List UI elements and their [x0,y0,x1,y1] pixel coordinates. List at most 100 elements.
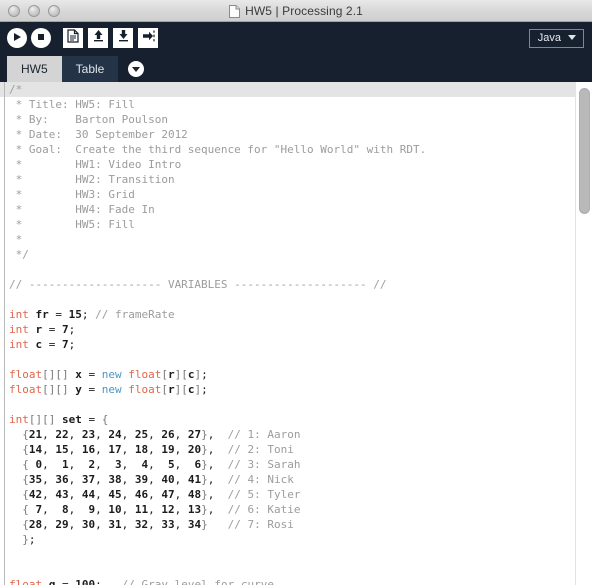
code-token: , [42,518,56,531]
code-token: 33 [161,518,175,531]
stop-icon [36,29,46,47]
mode-selector-wrap: Java [528,28,584,48]
code-token: = [81,413,102,426]
code-token: = [81,368,102,381]
code-token: , [68,443,82,456]
code-line: * HW3: Grid [0,187,575,202]
code-text-area[interactable]: /* * Title: HW5: Fill * By: Barton Pouls… [0,82,575,585]
code-token: [ [161,368,168,381]
document-icon [229,4,241,18]
code-line: float g = 100; // Gray level for curve [0,577,575,585]
close-button[interactable] [8,4,20,17]
code-token: 44 [81,488,96,501]
tab-menu-button[interactable] [128,61,145,77]
code-token: /* [9,83,23,96]
code-token: float [128,368,162,381]
code-token: 27 [187,428,202,441]
code-line: * HW1: Video Intro [0,157,575,172]
scrollbar-thumb[interactable] [579,88,590,214]
export-button[interactable] [138,28,158,48]
code-token: 5 [168,458,175,471]
open-up-arrow-icon [92,29,105,48]
stop-button[interactable] [31,28,51,48]
code-token: , [121,458,142,471]
toolbar: Java [0,22,592,54]
code-token: , [42,488,56,501]
code-token: 34 [187,518,202,531]
code-token: , [174,443,188,456]
code-line: * Date: 30 September 2012 [0,127,575,142]
code-token: , [68,503,89,516]
code-line: * Goal: Create the third sequence for "H… [0,142,575,157]
code-token: float [128,383,162,396]
tab-table[interactable]: Table [61,56,119,82]
code-token: // 1: Aaron [227,428,301,441]
open-button[interactable] [88,28,108,48]
code-token: ][ [174,368,188,381]
new-button[interactable] [63,28,83,48]
code-token: = [42,338,62,351]
code-editor[interactable]: /* * Title: HW5: Fill * By: Barton Pouls… [0,82,592,585]
code-token: , [174,473,188,486]
code-token: int [9,413,29,426]
code-token: , [95,503,109,516]
code-token: = [48,308,69,321]
code-token: , [207,473,228,486]
code-line: int r = 7; [0,322,575,337]
code-token: , [68,473,82,486]
code-token: ; [81,308,96,321]
save-button[interactable] [113,28,133,48]
code-token: , [148,488,162,501]
code-token: ; [68,338,76,351]
code-token: = [42,323,62,336]
code-token: 41 [187,473,202,486]
code-token: * HW4: Fade In [9,203,155,216]
code-line: // -------------------- VARIABLES ------… [0,277,575,292]
code-token: 28 [28,518,43,531]
code-token: 20 [187,443,202,456]
code-line: { 0, 1, 2, 3, 4, 5, 6}, // 3: Sarah [0,457,575,472]
code-token: , [68,488,82,501]
minimize-button[interactable] [28,4,40,17]
code-token: { [22,428,29,441]
code-token: new [101,383,122,396]
code-token: ; [68,323,76,336]
code-token: * Goal: Create the third sequence for "H… [9,143,427,156]
zoom-button[interactable] [48,4,60,17]
code-token: } [22,533,29,546]
tab-hw5[interactable]: HW5 [7,56,62,82]
window-title-group: HW5 | Processing 2.1 [0,0,592,22]
source-code[interactable]: /* * Title: HW5: Fill * By: Barton Pouls… [0,82,575,585]
run-button[interactable] [7,28,27,48]
code-token: 7 [62,338,69,351]
code-token: * HW2: Transition [9,173,175,186]
code-token: 12 [161,503,175,516]
code-token: // 6: Katie [227,503,301,516]
code-token: } [201,473,208,486]
code-token: } [201,443,208,456]
code-token: // frameRate [95,308,175,321]
code-token: , [121,428,135,441]
code-token: , [121,473,135,486]
code-token: , [42,473,56,486]
code-token: 3 [115,458,122,471]
mode-label: Java [537,31,561,44]
code-token: , [42,443,56,456]
code-token: , [148,503,162,516]
code-token: , [42,503,62,516]
code-line: {42, 43, 44, 45, 46, 47, 48}, // 5: Tyle… [0,487,575,502]
code-token: */ [9,248,29,261]
code-token: 31 [108,518,122,531]
mode-selector[interactable]: Java [528,28,584,48]
code-line: * By: Barton Poulson [0,112,575,127]
code-token: 7 [62,323,69,336]
editor-vertical-scrollbar[interactable] [575,82,592,585]
